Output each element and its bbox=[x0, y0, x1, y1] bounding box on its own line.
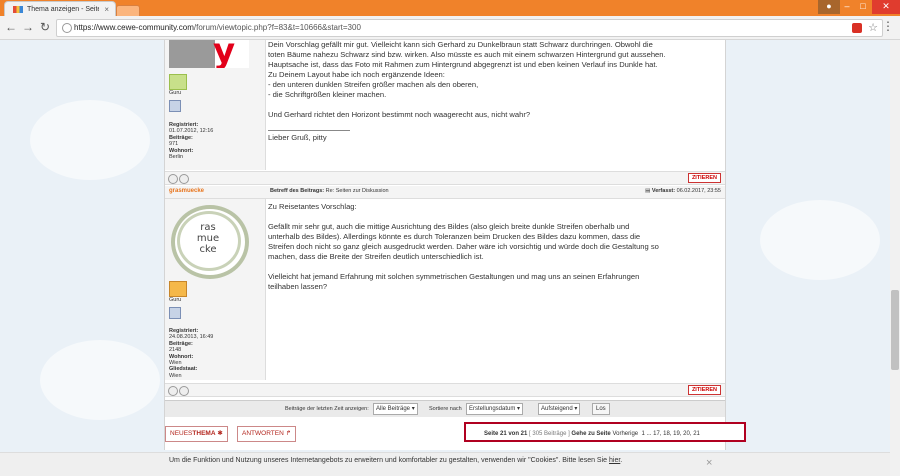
pm-action-icon[interactable] bbox=[179, 386, 189, 396]
post-text: Hauptsache ist, dass das Foto mit Rahmen… bbox=[268, 60, 658, 69]
reply-button[interactable]: ANTWORTEN ↱ bbox=[237, 426, 297, 442]
contact-icon[interactable] bbox=[169, 307, 181, 319]
background-decoration bbox=[40, 340, 160, 420]
post2-profile: ras mue cke Guru Registriert: 24.08.2013… bbox=[165, 199, 266, 380]
bookmark-star-icon[interactable]: ☆ bbox=[868, 20, 878, 36]
cookie-close-icon[interactable]: × bbox=[706, 455, 712, 471]
goto-page-link[interactable]: Gehe zu Seite bbox=[571, 431, 610, 437]
post-text: teilhaben lassen? bbox=[268, 282, 328, 291]
reload-icon[interactable]: ↻ bbox=[38, 20, 52, 34]
url-text: https://www.cewe-community.com/forum/vie… bbox=[74, 23, 361, 32]
sort-label: Sortiere nach bbox=[429, 406, 462, 412]
cookie-link[interactable]: hier bbox=[609, 457, 620, 464]
post-text: toten Bäume nahezu Schwarz sind bzw. wir… bbox=[268, 50, 666, 59]
address-bar[interactable]: https://www.cewe-community.com/forum/vie… bbox=[56, 19, 883, 37]
post-count: 305 Beiträge bbox=[532, 431, 567, 437]
post-text: Streifen doch nicht so ganz gleich ausge… bbox=[268, 242, 659, 251]
post1-body: Dein Vorschlag gefällt mir gut. Vielleic… bbox=[266, 40, 725, 143]
post-signature: Lieber Gruß, pitty bbox=[268, 133, 327, 142]
post2-details: Registriert: 24.08.2013, 16:49 Beiträge:… bbox=[169, 328, 214, 379]
page-indicator: Seite 21 von 21 bbox=[484, 431, 528, 437]
pagination: Seite 21 von 21 [ 305 Beiträge ] Gehe zu… bbox=[464, 422, 746, 442]
post-text: unterhalb des Bildes). Allerdings könnte… bbox=[268, 232, 641, 241]
tab-title: Thema anzeigen - Seiter bbox=[27, 6, 99, 13]
post2-rank: Guru bbox=[169, 297, 182, 303]
rank-icon bbox=[169, 281, 187, 297]
display-filter-select[interactable]: Alle Beiträge ▾ bbox=[373, 403, 418, 415]
go-button[interactable]: Los bbox=[592, 403, 610, 415]
background-decoration bbox=[760, 200, 880, 280]
browser-tab-strip: Thema anzeigen - Seiter × ● – □ ✕ bbox=[0, 0, 900, 17]
post2-avatar: ras mue cke bbox=[171, 205, 249, 279]
background-decoration bbox=[30, 100, 150, 180]
browser-toolbar: ← → ↻ https://www.cewe-community.com/for… bbox=[0, 16, 900, 40]
post2-author[interactable]: grasmuecke bbox=[169, 188, 204, 194]
signature-divider bbox=[268, 130, 350, 131]
window-close-icon[interactable]: ✕ bbox=[872, 0, 900, 14]
post2-body: Zu Reisetantes Vorschlag: Gefällt mir se… bbox=[266, 202, 725, 292]
page-background: y Guru Registriert: 01.07.2012, 12:16 Be… bbox=[0, 40, 890, 476]
new-topic-button[interactable]: NEUESTHEMA ✱ bbox=[165, 426, 228, 442]
post-text: Dein Vorschlag gefällt mir gut. Vielleic… bbox=[268, 40, 653, 49]
display-filter-label: Beiträge der letzten Zeit anzeigen: bbox=[285, 406, 369, 412]
cookie-banner: Um die Funktion und Nutzung unseres Inte… bbox=[0, 452, 890, 476]
pm-action-icon[interactable] bbox=[179, 174, 189, 184]
back-icon[interactable]: ← bbox=[4, 20, 18, 34]
post-text: Zu Reisetantes Vorschlag: bbox=[268, 202, 357, 211]
maximize-icon[interactable]: □ bbox=[852, 0, 874, 14]
contact-icon[interactable] bbox=[169, 100, 181, 112]
cookie-text: Um die Funktion und Nutzung unseres Inte… bbox=[169, 457, 623, 464]
rank-icon bbox=[169, 74, 187, 90]
post1-avatar: y bbox=[169, 40, 249, 68]
sort-field-select[interactable]: Erstellungsdatum ▾ bbox=[466, 403, 524, 415]
post2-header: grasmuecke Betreff des Beitrags: Re: Sei… bbox=[165, 186, 725, 199]
post2-date: ▤ Verfasst: 06.02.2017, 23:55 bbox=[645, 188, 721, 194]
page-links[interactable]: 1 ... 17, 18, 19, 20, 21 bbox=[641, 431, 699, 437]
forum-topic: y Guru Registriert: 01.07.2012, 12:16 Be… bbox=[164, 40, 726, 450]
post-text: Gefällt mir sehr gut, auch die mittige A… bbox=[268, 222, 630, 231]
post1-actions: ZITIEREN bbox=[165, 171, 725, 185]
browser-menu-icon[interactable]: ⋮ bbox=[882, 19, 894, 33]
profile-action-icon[interactable] bbox=[168, 174, 178, 184]
post-text: - die Schriftgrößen kleiner machen. bbox=[268, 90, 387, 99]
post1-profile: y Guru Registriert: 01.07.2012, 12:16 Be… bbox=[165, 40, 266, 170]
post2-actions: ZITIEREN bbox=[165, 383, 725, 397]
sort-bar: Beiträge der letzten Zeit anzeigen: Alle… bbox=[165, 400, 725, 417]
post-text: Vielleicht hat jemand Erfahrung mit solc… bbox=[268, 272, 640, 281]
post-text: Zu Deinem Layout habe ich noch ergänzend… bbox=[268, 70, 445, 79]
forward-icon[interactable]: → bbox=[21, 20, 35, 34]
browser-tab[interactable]: Thema anzeigen - Seiter × bbox=[4, 1, 116, 17]
profile-action-icon[interactable] bbox=[168, 386, 178, 396]
previous-page-link[interactable]: Vorherige bbox=[612, 431, 638, 437]
post1-details: Registriert: 01.07.2012, 12:16 Beiträge:… bbox=[169, 122, 214, 161]
post-text: Und Gerhard richtet den Horizont bestimm… bbox=[268, 110, 531, 119]
post-text: machen, dass die Breite der Streifen deu… bbox=[268, 252, 484, 261]
extension-icon[interactable] bbox=[852, 23, 862, 33]
quote-button[interactable]: ZITIEREN bbox=[687, 385, 721, 395]
scrollbar-thumb[interactable] bbox=[891, 290, 899, 370]
post1-rank: Guru bbox=[169, 90, 182, 96]
post-text: - den unteren dunklen Streifen größer ma… bbox=[268, 80, 479, 89]
sort-order-select[interactable]: Aufsteigend ▾ bbox=[538, 403, 581, 415]
tab-close-icon[interactable]: × bbox=[104, 2, 109, 17]
favicon-icon bbox=[13, 6, 23, 13]
info-icon[interactable] bbox=[62, 23, 72, 33]
post2-subject: Betreff des Beitrags: Re: Seiten zur Dis… bbox=[270, 188, 389, 194]
quote-button[interactable]: ZITIEREN bbox=[687, 173, 721, 183]
scrollbar[interactable] bbox=[890, 40, 900, 476]
